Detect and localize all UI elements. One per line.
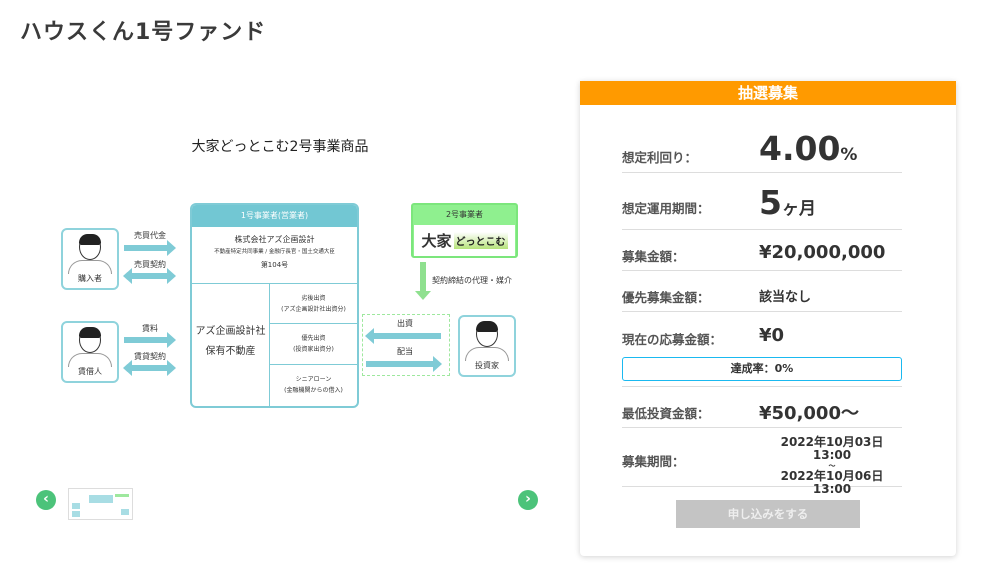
operator1-license: 不動産特定共同事業 / 金融庁長官・国土交通大臣	[214, 249, 335, 255]
fund-info-card: 抽選募集 想定利回り： 4.00% 想定運用期間： 5ヶ月 募集金額： ¥20,…	[580, 81, 956, 556]
tenant-box: 賃借人	[61, 321, 119, 383]
term-unit: ヶ月	[781, 199, 816, 219]
yield-unit: %	[840, 145, 858, 165]
senior-loan: シニアローン	[295, 375, 332, 383]
diagram-title: 大家どっとこむ2号事業商品	[191, 139, 369, 155]
agency-label: 契約締結の代理・媒介	[432, 276, 512, 285]
priority-row: 優先募集金額： 該当なし	[622, 271, 902, 312]
term-label: 想定運用期間：	[622, 201, 710, 216]
operator2-header: 2号事業者	[445, 210, 484, 219]
carousel-next-button[interactable]: ›	[518, 490, 538, 510]
arrow-right-icon	[124, 332, 176, 348]
buyer-label: 購入者	[78, 274, 102, 283]
investor-label: 投資家	[475, 361, 499, 370]
term-value: 5	[759, 183, 782, 222]
priority-investment-note: (投資家出資分)	[293, 345, 334, 353]
priority-investment: 優先出資	[301, 334, 326, 342]
period-start: 2022年10月03日 13:00	[780, 435, 884, 462]
priority-value: 該当なし	[759, 290, 812, 305]
yield-label: 想定利回り：	[622, 150, 698, 165]
apply-button[interactable]: 申し込みをする	[676, 500, 860, 528]
min-row: 最低投資金額： ¥50,000〜	[622, 387, 902, 428]
min-value: ¥50,000〜	[759, 403, 859, 424]
carousel-prev-button[interactable]: ‹	[36, 490, 56, 510]
lottery-badge: 抽選募集	[580, 81, 956, 105]
achievement-rate: 達成率：0%	[730, 362, 794, 375]
operator1-company: 株式会社アズ企画設計	[234, 235, 315, 244]
sub-investment-note: (アズ企画設計社出資分)	[281, 305, 346, 313]
arrow-label: 出資	[397, 319, 413, 328]
period-label: 募集期間：	[622, 454, 685, 469]
arrow-right-icon	[366, 356, 442, 372]
person-icon	[476, 321, 498, 347]
period-end: 2022年10月06日 13:00	[780, 469, 884, 496]
operator1-header: 1号事業者(営業者)	[192, 205, 357, 227]
min-label: 最低投資金額：	[622, 406, 710, 421]
arrow-label: 配当	[397, 347, 413, 356]
sub-investment: 劣後出資	[301, 294, 326, 302]
operator1-number: 第104号	[260, 261, 289, 269]
amount-label: 募集金額：	[622, 249, 685, 264]
tenant-label: 賃借人	[78, 367, 102, 376]
property-label: アズ企画設計社	[195, 326, 266, 337]
investor-box: 投資家	[458, 315, 516, 377]
operator2-box: 2号事業者 大家 どっとこむ	[411, 203, 518, 258]
buyer-box: 購入者	[61, 228, 119, 290]
person-icon	[79, 234, 101, 260]
person-icon	[79, 327, 101, 353]
arrow-both-icon	[123, 268, 176, 284]
carousel-thumbnail[interactable]	[68, 488, 133, 520]
priority-label: 優先募集金額：	[622, 290, 710, 305]
amount-value: ¥20,000,000	[759, 242, 886, 263]
senior-loan-note: (金融機関からの借入)	[284, 386, 343, 394]
yield-value: 4.00	[759, 129, 841, 168]
operator1-box: 1号事業者(営業者) 株式会社アズ企画設計 不動産特定共同事業 / 金融庁長官・…	[190, 203, 359, 408]
period-row: 募集期間： 2022年10月03日 13:00 〜 2022年10月06日 13…	[622, 428, 902, 496]
current-value: ¥0	[759, 325, 785, 346]
arrow-right-icon	[124, 240, 176, 256]
ooya-logo: 大家 どっとこむ	[414, 225, 515, 256]
arrow-down-icon	[415, 262, 431, 300]
arrow-left-icon	[365, 328, 441, 344]
yield-row: 想定利回り： 4.00%	[622, 129, 902, 173]
page-title: ハウスくん1号ファンド	[20, 20, 267, 45]
term-row: 想定運用期間： 5ヶ月	[622, 173, 902, 230]
current-label: 現在の応募金額：	[622, 332, 723, 347]
arrow-both-icon	[123, 360, 176, 376]
amount-row: 募集金額： ¥20,000,000	[622, 230, 902, 271]
property-label: 保有不動産	[205, 346, 256, 357]
achievement-progress: 達成率：0%	[622, 357, 902, 381]
